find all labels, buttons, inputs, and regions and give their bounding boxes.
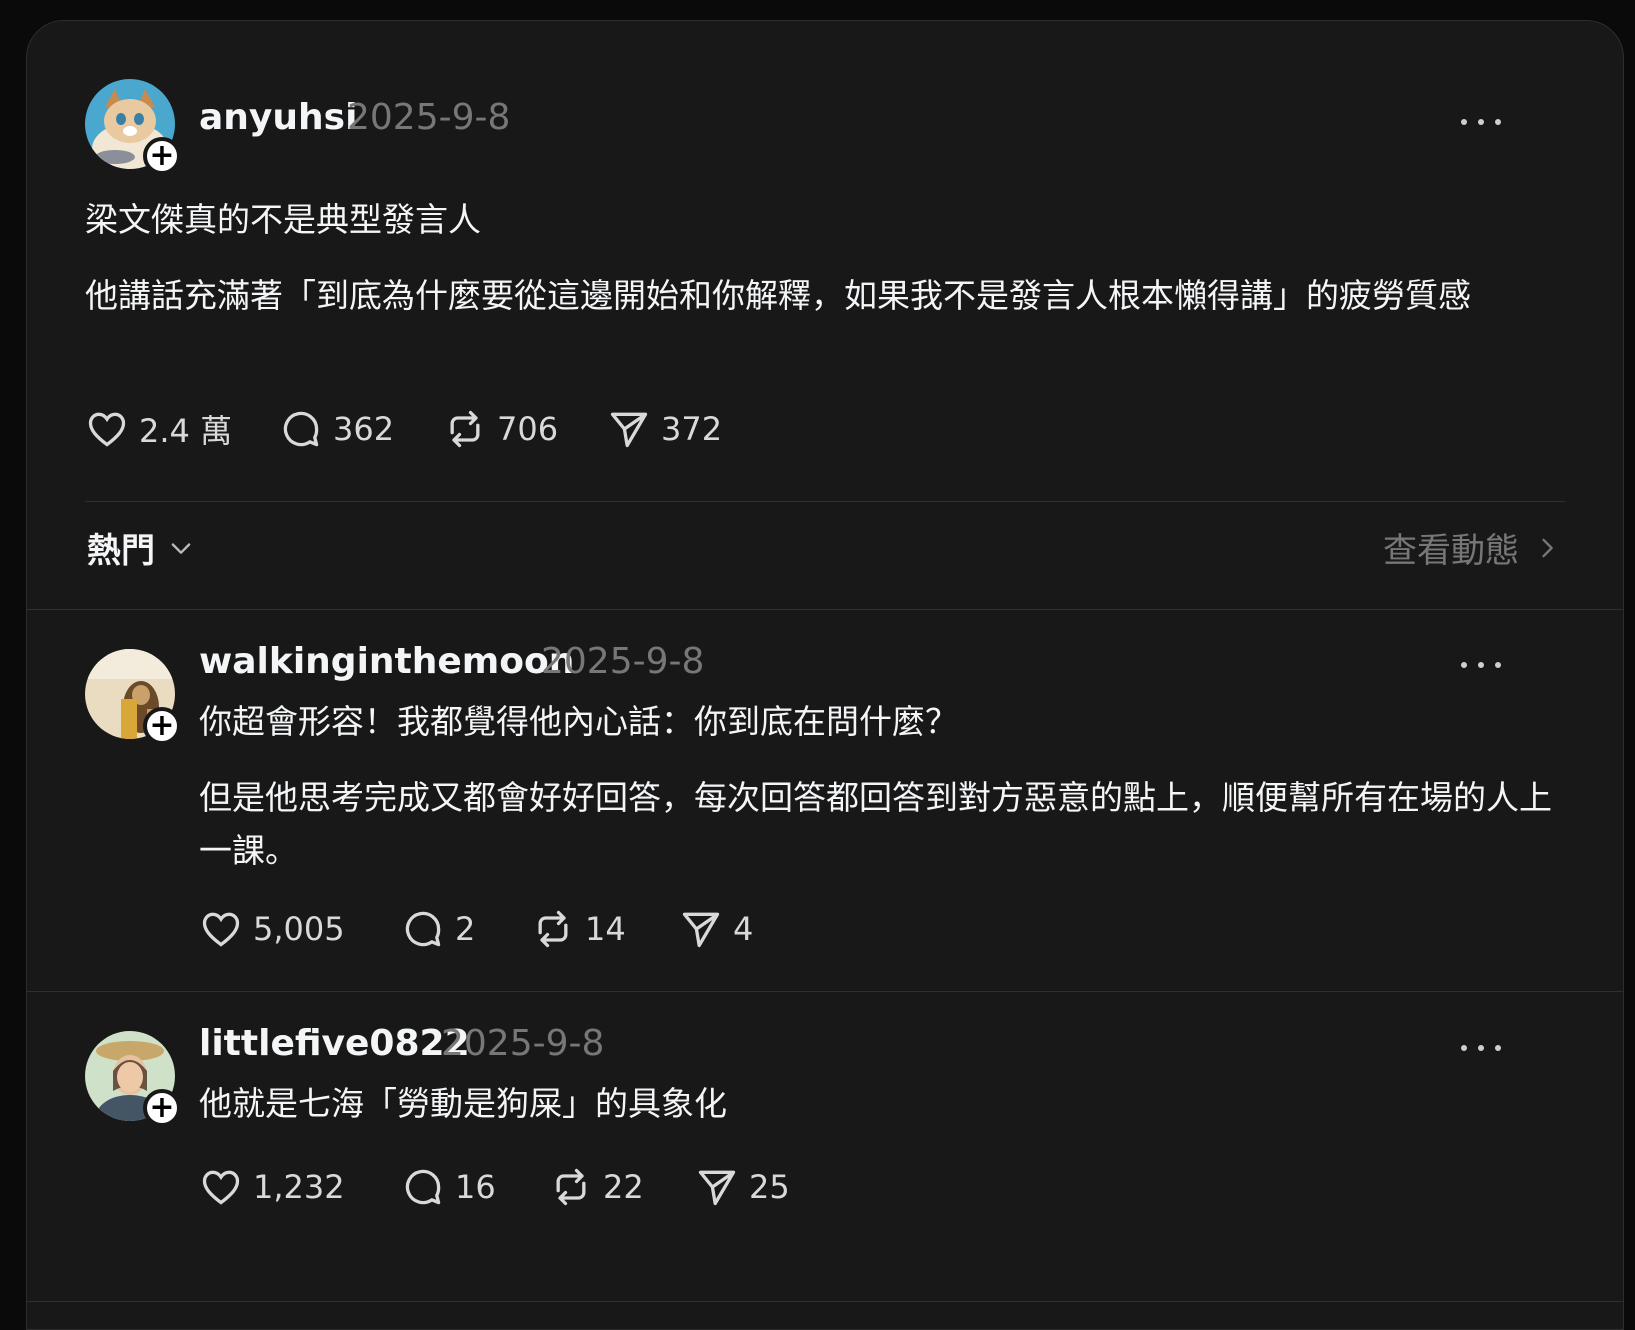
chevron-down-icon xyxy=(171,542,191,554)
post-date: 2025-9-8 xyxy=(347,97,511,138)
comment-count: 2 xyxy=(455,910,476,948)
reply-2-date: 2025-9-8 xyxy=(441,1023,605,1064)
share-count: 25 xyxy=(749,1168,790,1206)
like-button[interactable]: 2.4 萬 xyxy=(85,406,279,452)
comment-count: 16 xyxy=(455,1168,496,1206)
heart-icon xyxy=(88,412,126,447)
comment-button[interactable]: 2 xyxy=(401,907,531,951)
comment-bubble-icon xyxy=(405,1169,441,1205)
share-count: 4 xyxy=(733,910,754,948)
reply-1-actions: 5,005 2 14 4 xyxy=(199,907,753,951)
like-count: 2.4 萬 xyxy=(139,412,233,450)
follow-plus-icon[interactable]: + xyxy=(143,137,181,175)
activity-label: 查看動態 xyxy=(1383,531,1519,571)
comment-bubble-icon xyxy=(405,911,441,947)
heart-icon xyxy=(202,1170,240,1205)
reply-1-text-line-1: 你超會形容！我都覺得他內心話：你到底在問什麼？ xyxy=(199,702,958,741)
repost-button[interactable]: 22 xyxy=(549,1165,695,1209)
heart-icon xyxy=(202,912,240,947)
send-icon xyxy=(698,1170,736,1206)
more-dots-icon[interactable] xyxy=(1461,1042,1501,1054)
share-count: 372 xyxy=(661,410,723,448)
like-count: 1,232 xyxy=(253,1168,345,1206)
like-count: 5,005 xyxy=(253,910,345,948)
reply-1-username[interactable]: walkinginthemoon xyxy=(199,641,574,682)
post-text-line-2: 他講話充滿著「到底為什麼要從這邊開始和你解釋，如果我不是發言人根本懶得講」的疲勞… xyxy=(85,276,1471,315)
more-dots-icon[interactable] xyxy=(1461,659,1501,671)
divider xyxy=(27,1301,1623,1302)
comment-button[interactable]: 362 xyxy=(279,407,443,451)
follow-plus-icon[interactable]: + xyxy=(143,707,181,745)
reply-1-date: 2025-9-8 xyxy=(541,641,705,682)
post-author-avatar-wrap[interactable]: + xyxy=(85,79,181,175)
reply-1-avatar-wrap[interactable]: + xyxy=(85,649,181,745)
reply-2-username[interactable]: littlefive0822 xyxy=(199,1023,470,1064)
view-activity-link[interactable]: 查看動態 xyxy=(1383,523,1561,572)
comment-count: 362 xyxy=(333,410,395,448)
repost-icon xyxy=(538,910,568,948)
reply-2-actions: 1,232 16 22 25 xyxy=(199,1165,790,1209)
send-icon xyxy=(610,412,648,448)
send-icon xyxy=(682,912,720,948)
post-username[interactable]: anyuhsi xyxy=(199,97,357,138)
repost-count: 22 xyxy=(603,1168,644,1206)
like-button[interactable]: 1,232 xyxy=(199,1165,401,1209)
follow-plus-icon[interactable]: + xyxy=(143,1089,181,1127)
divider xyxy=(85,501,1565,502)
repost-count: 14 xyxy=(585,910,626,948)
comment-bubble-icon xyxy=(283,411,319,447)
repost-icon xyxy=(556,1168,586,1206)
more-dots-icon[interactable] xyxy=(1461,116,1501,128)
reply-2-text-line-1: 他就是七海「勞動是狗屎」的具象化 xyxy=(199,1084,727,1123)
post-text-line-1: 梁文傑真的不是典型發言人 xyxy=(85,200,481,239)
post-actions: 2.4 萬 362 706 372 xyxy=(85,406,722,452)
chevron-right-icon xyxy=(1542,538,1553,557)
share-button[interactable]: 372 xyxy=(607,407,722,451)
reply-2-avatar-wrap[interactable]: + xyxy=(85,1031,181,1127)
repost-icon xyxy=(450,410,480,448)
reply-1-text-line-2: 但是他思考完成又都會好好回答，每次回答都回答到對方惡意的點上，順便幫所有在場的人… xyxy=(199,778,1552,870)
like-button[interactable]: 5,005 xyxy=(199,907,401,951)
repost-count: 706 xyxy=(497,410,559,448)
divider xyxy=(27,991,1623,992)
share-button[interactable]: 4 xyxy=(679,907,753,951)
thread-card: + anyuhsi 2025-9-8 梁文傑真的不是典型發言人 他講話充滿著「到… xyxy=(26,20,1624,1330)
share-button[interactable]: 25 xyxy=(695,1165,790,1209)
sort-dropdown[interactable]: 熱門 xyxy=(87,523,195,572)
divider xyxy=(27,609,1623,610)
repost-button[interactable]: 14 xyxy=(531,907,679,951)
repost-button[interactable]: 706 xyxy=(443,407,607,451)
comment-button[interactable]: 16 xyxy=(401,1165,549,1209)
sort-label: 熱門 xyxy=(87,531,155,571)
